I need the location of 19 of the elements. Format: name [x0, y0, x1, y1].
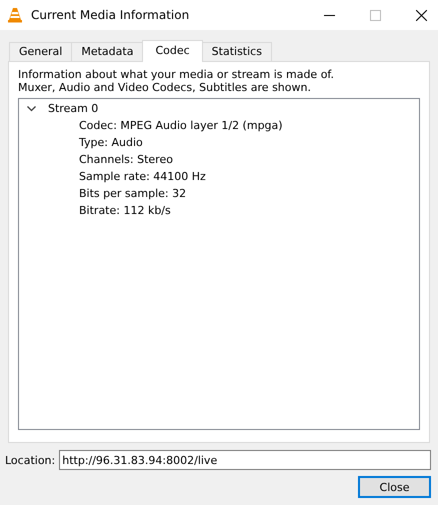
- tree-item[interactable]: Codec: MPEG Audio layer 1/2 (mpga): [23, 117, 415, 134]
- location-field[interactable]: http://96.31.83.94:8002/live: [59, 450, 431, 470]
- tree-item[interactable]: Bitrate: 112 kb/s: [23, 202, 415, 219]
- tab[interactable]: Codec: [142, 40, 203, 62]
- chevron-icon[interactable]: [27, 106, 36, 112]
- window-title: Current Media Information: [31, 8, 190, 22]
- close-icon[interactable]: [416, 10, 427, 20]
- description-text: Information about what your media or stream is made of.: [18, 68, 335, 81]
- tree-item[interactable]: Type: Audio: [23, 134, 415, 151]
- tree-item[interactable]: Channels: Stereo: [23, 151, 415, 168]
- description-text: Muxer, Audio and Video Codecs, Subtitles are shown.: [18, 81, 312, 94]
- tree-item[interactable]: Stream 0: [48, 102, 98, 115]
- tab[interactable]: Statistics: [202, 42, 272, 61]
- tree-item[interactable]: Sample rate: 44100 Hz: [23, 168, 415, 185]
- close-button[interactable]: Close: [358, 476, 431, 498]
- traffic-cone-icon: [7, 7, 23, 23]
- tab[interactable]: General: [9, 42, 72, 61]
- tree-item[interactable]: Bits per sample: 32: [23, 185, 415, 202]
- location-label: Location:: [5, 454, 56, 466]
